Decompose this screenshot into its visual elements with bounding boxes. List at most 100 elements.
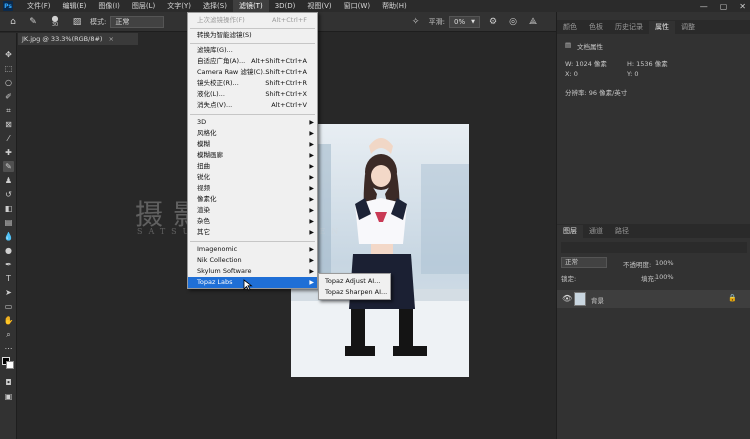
menu-item-label: 滤镜库(G)... <box>197 46 233 54</box>
rectangle-tool-icon[interactable]: ▭ <box>3 301 14 312</box>
menu-item-noise[interactable]: 杂色 ▶ <box>188 216 317 227</box>
zoom-tool-icon[interactable]: ⌕ <box>3 329 14 340</box>
type-tool-icon[interactable]: T <box>3 273 14 284</box>
background-color-swatch[interactable] <box>6 361 14 369</box>
brush-tool-icon[interactable]: ✎ <box>3 161 14 172</box>
document-tab[interactable]: JK.jpg @ 33.3%(RGB/8#) × <box>18 33 138 45</box>
shortcut-label: Alt+Shift+Ctrl+A <box>251 57 307 65</box>
tab-swatches[interactable]: 色板 <box>583 21 609 34</box>
healing-brush-tool-icon[interactable]: ✚ <box>3 147 14 158</box>
menu-item-pixelate[interactable]: 像素化 ▶ <box>188 194 317 205</box>
menu-item-blur[interactable]: 模糊 ▶ <box>188 139 317 150</box>
screen-mode-icon[interactable]: ▣ <box>3 391 14 402</box>
close-icon[interactable]: ✕ <box>739 2 746 11</box>
visibility-eye-icon[interactable]: 👁 <box>562 294 572 303</box>
menu-3d[interactable]: 3D(D) <box>269 0 302 12</box>
airbrush-icon[interactable]: ✧ <box>409 15 423 29</box>
menu-item-label: 上次滤镜操作(F) <box>197 16 245 24</box>
marquee-tool-icon[interactable]: ⬚ <box>3 63 14 74</box>
more-tools-icon[interactable]: ⋯ <box>3 343 14 354</box>
symmetry-icon[interactable]: ⟁ <box>526 15 540 29</box>
menu-item-imagenomic[interactable]: Imagenomic ▶ <box>188 244 317 255</box>
menu-item-sharpen[interactable]: 锐化 ▶ <box>188 172 317 183</box>
menu-item-label: Skylum Software <box>197 267 252 275</box>
maximize-icon[interactable]: ▢ <box>720 2 728 11</box>
menu-layer[interactable]: 图层(L) <box>126 0 161 12</box>
layer-row[interactable]: 👁 背景 🔒 <box>557 290 750 308</box>
menu-view[interactable]: 视图(V) <box>301 0 337 12</box>
menu-item-adaptive-wide-angle[interactable]: 自适应广角(A)... Alt+Shift+Ctrl+A <box>188 56 317 67</box>
menu-item-label: Imagenomic <box>197 245 238 253</box>
tab-channels[interactable]: 通道 <box>583 225 609 238</box>
smoothing-select[interactable]: 0% ▼ <box>449 15 480 28</box>
menu-item-video[interactable]: 视频 ▶ <box>188 183 317 194</box>
menu-item-render[interactable]: 渲染 ▶ <box>188 205 317 216</box>
submenu-arrow-icon: ▶ <box>309 246 314 253</box>
tab-layers[interactable]: 图层 <box>557 225 583 238</box>
menu-help[interactable]: 帮助(H) <box>376 0 413 12</box>
menu-edit[interactable]: 编辑(E) <box>57 0 93 12</box>
blend-mode-select[interactable]: 正常 <box>561 257 607 268</box>
mode-select[interactable]: 正常 <box>110 15 165 28</box>
menu-item-blur-gallery[interactable]: 模糊画廊 ▶ <box>188 150 317 161</box>
minimize-icon[interactable]: — <box>700 2 708 11</box>
pen-tool-icon[interactable]: ✒ <box>3 259 14 270</box>
menu-item-topaz-sharpen-ai[interactable]: Topaz Sharpen AI... <box>319 287 390 298</box>
menu-window[interactable]: 窗口(W) <box>338 0 376 12</box>
menu-item-distort[interactable]: 扭曲 ▶ <box>188 161 317 172</box>
menu-item-other[interactable]: 其它 ▶ <box>188 227 317 238</box>
menu-item-stylize[interactable]: 风格化 ▶ <box>188 128 317 139</box>
dodge-tool-icon[interactable]: ● <box>3 245 14 256</box>
tab-adjustments[interactable]: 调整 <box>675 21 701 34</box>
tab-properties[interactable]: 属性 <box>649 21 675 34</box>
menu-item-nik-collection[interactable]: Nik Collection ▶ <box>188 255 317 266</box>
crop-tool-icon[interactable]: ⌗ <box>3 105 14 116</box>
submenu-arrow-icon: ▶ <box>309 229 314 236</box>
menu-image[interactable]: 图像(I) <box>92 0 126 12</box>
clone-stamp-tool-icon[interactable]: ♟ <box>3 175 14 186</box>
menu-item-label: 锐化 <box>197 173 210 181</box>
move-tool-icon[interactable]: ✥ <box>3 49 14 60</box>
eraser-tool-icon[interactable]: ◧ <box>3 203 14 214</box>
menu-select[interactable]: 选择(S) <box>197 0 233 12</box>
menu-item-convert-smart-filter[interactable]: 转换为智能滤镜(S) <box>188 30 317 41</box>
brush-preset-picker[interactable]: ● 30 <box>46 15 64 29</box>
fill-label: 填充: <box>641 275 657 283</box>
menu-item-label: 镜头校正(R)... <box>197 79 239 87</box>
tab-color[interactable]: 颜色 <box>557 21 583 34</box>
opacity-value[interactable]: 100% <box>655 259 674 267</box>
close-tab-icon[interactable]: × <box>108 35 113 43</box>
lasso-tool-icon[interactable]: ○ <box>3 77 14 88</box>
shortcut-label: Shift+Ctrl+X <box>265 90 307 98</box>
brush-tool-icon[interactable]: ✎ <box>26 15 40 29</box>
submenu-arrow-icon: ▶ <box>309 152 314 159</box>
menu-filter[interactable]: 滤镜(T) <box>232 0 269 12</box>
photoshop-logo[interactable]: Ps <box>3 1 13 11</box>
fill-value[interactable]: 100% <box>655 273 674 281</box>
menu-item-topaz-adjust-ai[interactable]: Topaz Adjust AI... <box>319 276 390 287</box>
menu-item-3d[interactable]: 3D ▶ <box>188 117 317 128</box>
history-brush-tool-icon[interactable]: ↺ <box>3 189 14 200</box>
menu-item-skylum-software[interactable]: Skylum Software ▶ <box>188 266 317 277</box>
hand-tool-icon[interactable]: ✋ <box>3 315 14 326</box>
blur-tool-icon[interactable]: 💧 <box>3 231 14 242</box>
eyedropper-tool-icon[interactable]: ⁄ <box>3 133 14 144</box>
menu-type[interactable]: 文字(Y) <box>161 0 197 12</box>
brush-settings-icon[interactable]: ▨ <box>70 15 84 29</box>
menu-item-filter-gallery[interactable]: 滤镜库(G)... <box>188 45 317 56</box>
path-select-tool-icon[interactable]: ➤ <box>3 287 14 298</box>
frame-tool-icon[interactable]: ⊠ <box>3 119 14 130</box>
pressure-size-icon[interactable]: ◎ <box>506 15 520 29</box>
gear-icon[interactable]: ⚙ <box>486 15 500 29</box>
menu-item-lens-correction[interactable]: 镜头校正(R)... Shift+Ctrl+R <box>188 78 317 89</box>
tab-paths[interactable]: 路径 <box>609 225 635 238</box>
quick-mask-icon[interactable]: ◘ <box>3 377 14 388</box>
tab-history[interactable]: 历史记录 <box>609 21 649 34</box>
menu-item-vanishing-point[interactable]: 消失点(V)... Alt+Ctrl+V <box>188 100 317 111</box>
gradient-tool-icon[interactable]: ▤ <box>3 217 14 228</box>
quick-select-tool-icon[interactable]: ✐ <box>3 91 14 102</box>
menu-file[interactable]: 文件(F) <box>21 0 57 12</box>
menu-item-camera-raw[interactable]: Camera Raw 滤镜(C)... Shift+Ctrl+A <box>188 67 317 78</box>
menu-item-liquify[interactable]: 液化(L)... Shift+Ctrl+X <box>188 89 317 100</box>
home-icon[interactable]: ⌂ <box>6 15 20 29</box>
